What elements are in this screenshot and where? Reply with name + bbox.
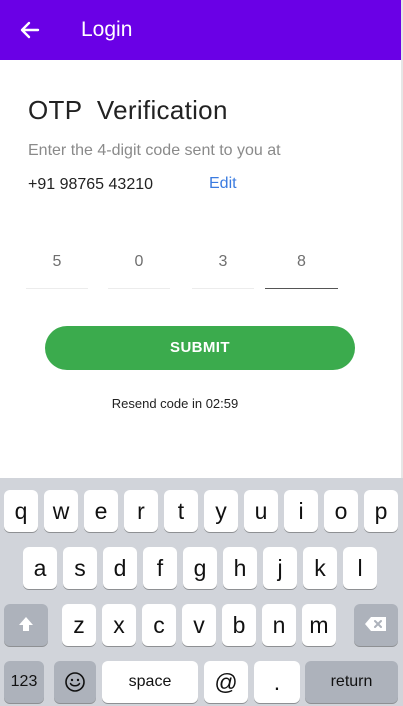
key-s[interactable]: s bbox=[63, 547, 97, 589]
key-w[interactable]: w bbox=[44, 490, 78, 532]
otp-digit-2[interactable]: 0 bbox=[108, 245, 170, 289]
key-b[interactable]: b bbox=[222, 604, 256, 646]
key-t[interactable]: t bbox=[164, 490, 198, 532]
phone-number: +91 98765 43210 bbox=[28, 176, 154, 193]
key-h[interactable]: h bbox=[223, 547, 257, 589]
key-m[interactable]: m bbox=[302, 604, 336, 646]
keyboard: q w e r t y u i o p a s d f g h j k l z … bbox=[0, 478, 403, 706]
key-y[interactable]: y bbox=[204, 490, 238, 532]
key-x[interactable]: x bbox=[102, 604, 136, 646]
page-title: OTP Verification bbox=[28, 95, 228, 125]
dot-key[interactable]: . bbox=[254, 661, 300, 703]
key-g[interactable]: g bbox=[183, 547, 217, 589]
key-k[interactable]: k bbox=[303, 547, 337, 589]
key-p[interactable]: p bbox=[364, 490, 398, 532]
return-key[interactable]: return bbox=[305, 661, 398, 703]
instruction-text: Enter the 4-digit code sent to you at bbox=[28, 142, 281, 159]
key-e[interactable]: e bbox=[84, 490, 118, 532]
key-l[interactable]: l bbox=[343, 547, 377, 589]
key-d[interactable]: d bbox=[103, 547, 137, 589]
key-i[interactable]: i bbox=[284, 490, 318, 532]
backspace-key-icon[interactable] bbox=[354, 604, 398, 646]
key-f[interactable]: f bbox=[143, 547, 177, 589]
key-o[interactable]: o bbox=[324, 490, 358, 532]
otp-digit-3[interactable]: 3 bbox=[192, 245, 254, 289]
space-key[interactable]: space bbox=[102, 661, 198, 703]
key-n[interactable]: n bbox=[262, 604, 296, 646]
key-a[interactable]: a bbox=[23, 547, 57, 589]
resend-timer: Resend code in 02:59 bbox=[111, 396, 239, 411]
emoji-key-icon[interactable] bbox=[54, 661, 96, 703]
shift-key-icon[interactable] bbox=[4, 604, 48, 646]
key-q[interactable]: q bbox=[4, 490, 38, 532]
key-z[interactable]: z bbox=[62, 604, 96, 646]
key-r[interactable]: r bbox=[124, 490, 158, 532]
key-v[interactable]: v bbox=[182, 604, 216, 646]
edit-link[interactable]: Edit bbox=[209, 175, 237, 193]
numbers-key[interactable]: 123 bbox=[4, 661, 44, 703]
app-bar: Login bbox=[0, 0, 401, 60]
key-u[interactable]: u bbox=[244, 490, 278, 532]
at-key[interactable]: @ bbox=[204, 661, 248, 703]
submit-button[interactable]: SUBMIT bbox=[45, 326, 355, 370]
key-j[interactable]: j bbox=[263, 547, 297, 589]
back-arrow-icon[interactable] bbox=[18, 18, 42, 42]
otp-digit-1[interactable]: 5 bbox=[26, 245, 88, 289]
key-c[interactable]: c bbox=[142, 604, 176, 646]
otp-digit-4[interactable]: 8 bbox=[265, 245, 338, 289]
app-bar-title: Login bbox=[81, 18, 133, 41]
